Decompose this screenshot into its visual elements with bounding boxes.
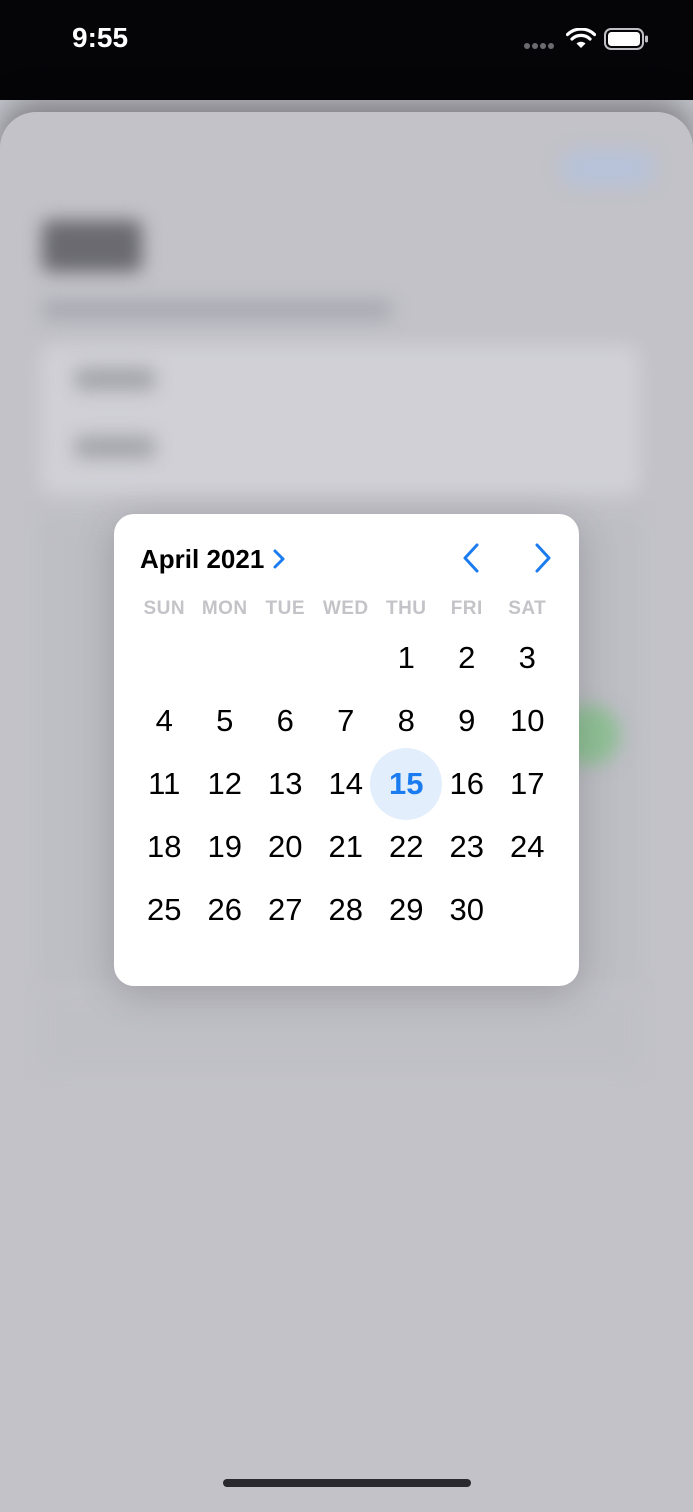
day-number: 15 [389, 765, 424, 801]
day-cell[interactable]: 10 [497, 689, 558, 752]
day-number: 11 [148, 765, 181, 801]
weekday-label: THU [385, 598, 427, 619]
status-time: 9:55 [72, 22, 129, 53]
day-cell[interactable]: 28 [316, 878, 377, 941]
day-cell[interactable]: 17 [497, 752, 558, 815]
day-cell[interactable]: 26 [195, 878, 256, 941]
day-cell[interactable]: 1 [376, 626, 437, 689]
day-number: 10 [510, 702, 545, 738]
day-cell[interactable]: 4 [134, 689, 195, 752]
day-number: 16 [449, 765, 484, 801]
day-cell[interactable]: 27 [255, 878, 316, 941]
chevron-left-icon [463, 543, 479, 573]
day-cell[interactable]: 7 [316, 689, 377, 752]
day-grid: 1 2 3 4 5 6 7 8 9 10 11 12 13 14 15 16 17 18 19 20 21 22 23 24 2… [134, 626, 558, 941]
day-cell[interactable]: 6 [255, 689, 316, 752]
day-number: 3 [518, 639, 536, 675]
blurred-row [75, 436, 155, 458]
day-number: 2 [458, 639, 476, 675]
day-number: 5 [216, 702, 234, 738]
day-number: 18 [147, 828, 182, 864]
day-number: 9 [458, 702, 476, 738]
chevron-right-icon [535, 543, 551, 573]
day-number: 19 [207, 828, 242, 864]
day-cell[interactable]: 11 [134, 752, 195, 815]
blurred-subtitle [42, 300, 392, 320]
day-cell[interactable]: 30 [437, 878, 498, 941]
day-cell[interactable]: 21 [316, 815, 377, 878]
blurred-row [75, 368, 155, 390]
blurred-header-button [560, 150, 655, 186]
month-year-selector[interactable]: April 2021 [140, 542, 286, 576]
day-cell[interactable]: 19 [195, 815, 256, 878]
day-number: 8 [397, 702, 415, 738]
day-number: 4 [155, 702, 173, 738]
day-cell[interactable]: 23 [437, 815, 498, 878]
day-number: 26 [207, 891, 242, 927]
day-number: 1 [397, 639, 415, 675]
day-number: 25 [147, 891, 182, 927]
day-cell[interactable]: 8 [376, 689, 437, 752]
day-cell[interactable]: 18 [134, 815, 195, 878]
day-number: 24 [510, 828, 545, 864]
date-picker-popover: April 2021 SUN MON TUE WED THU FRI SAT 1… [114, 514, 579, 986]
day-cell[interactable]: 14 [316, 752, 377, 815]
wifi-icon [566, 28, 596, 48]
day-number: 21 [328, 828, 363, 864]
weekday-label: SAT [508, 598, 547, 619]
weekday-header-row: SUN MON TUE WED THU FRI SAT [134, 598, 558, 620]
day-cell[interactable]: 20 [255, 815, 316, 878]
weekday-label: MON [201, 598, 248, 619]
day-cell[interactable]: 2 [437, 626, 498, 689]
day-number: 23 [449, 828, 484, 864]
previous-month-button[interactable] [454, 540, 488, 576]
day-number: 30 [449, 891, 484, 927]
blurred-title [42, 220, 142, 272]
month-year-label: April 2021 [140, 543, 265, 574]
day-cell[interactable]: 24 [497, 815, 558, 878]
day-number: 7 [337, 702, 355, 738]
day-cell[interactable]: 25 [134, 878, 195, 941]
blurred-card [40, 990, 640, 1070]
cellular-signal-icon [524, 43, 554, 49]
home-indicator [223, 1479, 471, 1487]
day-number: 12 [207, 765, 242, 801]
day-cell[interactable]: 29 [376, 878, 437, 941]
day-number: 13 [268, 765, 303, 801]
day-number: 17 [510, 765, 545, 801]
chevron-right-icon [272, 548, 286, 570]
day-cell[interactable]: 22 [376, 815, 437, 878]
day-cell[interactable]: 12 [195, 752, 256, 815]
day-number: 14 [328, 765, 363, 801]
day-cell[interactable]: 5 [195, 689, 256, 752]
day-cell[interactable]: 16 [437, 752, 498, 815]
day-cell-selected[interactable]: 15 [376, 752, 437, 815]
weekday-label: WED [322, 598, 369, 619]
status-bar: 9:55 [0, 0, 693, 100]
weekday-label: SUN [143, 598, 186, 619]
next-month-button[interactable] [526, 540, 560, 576]
day-cell[interactable]: 9 [437, 689, 498, 752]
day-number: 28 [328, 891, 363, 927]
day-cell[interactable]: 13 [255, 752, 316, 815]
day-number: 22 [389, 828, 424, 864]
weekday-label: TUE [265, 598, 305, 619]
day-number: 20 [268, 828, 303, 864]
day-number: 29 [389, 891, 424, 927]
day-number: 6 [276, 702, 294, 738]
battery-icon [604, 28, 648, 50]
weekday-label: FRI [450, 598, 483, 619]
day-number: 27 [268, 891, 303, 927]
day-cell[interactable]: 3 [497, 626, 558, 689]
